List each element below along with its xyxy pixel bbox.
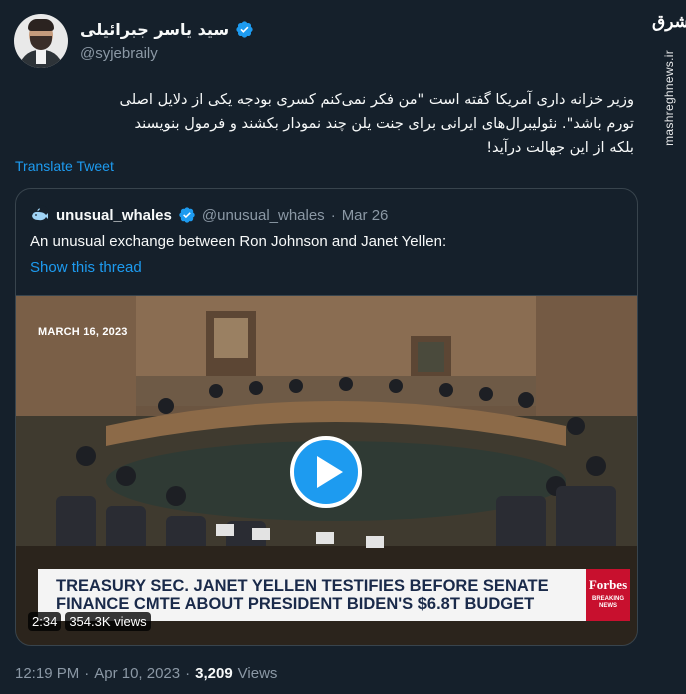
whale-avatar-icon[interactable] (30, 205, 50, 225)
name-row: سید یاسر جبرائیلی (80, 20, 254, 39)
avatar-collar (36, 50, 46, 64)
tweet-header: سید یاسر جبرائیلی @syjebraily (14, 14, 632, 74)
forbes-name: Forbes (588, 577, 628, 592)
chyron-line-2: FINANCE CMTE ABOUT PRESIDENT BIDEN'S $6.… (56, 595, 535, 613)
avatar-hair (28, 19, 54, 31)
forbes-logo: Forbes BREAKING NEWS (586, 569, 630, 621)
tweet-meta: 12:19 PM · Apr 10, 2023 · 3,209 Views (15, 665, 277, 682)
quoted-tweet[interactable]: unusual_whales @unusual_whales · Mar 26 … (15, 188, 638, 646)
quote-text: An unusual exchange between Ron Johnson … (30, 233, 447, 250)
translate-tweet-link[interactable]: Translate Tweet (15, 158, 114, 174)
chyron-line-1: TREASURY SEC. JANET YELLEN TESTIFIES BEF… (56, 577, 549, 595)
verified-badge-icon (236, 21, 253, 38)
play-icon (316, 456, 343, 488)
tweet-time[interactable]: 12:19 PM (15, 665, 79, 682)
tweet-text: وزیر خزانه داری آمریکا گفته است "من فکر … (119, 91, 634, 156)
separator-dot: · (84, 665, 90, 682)
verified-badge-icon (179, 207, 195, 223)
watermark-site: mashreghnews.ir (662, 50, 676, 146)
watermark: مشرق mashreghnews.ir (652, 0, 686, 694)
separator-dot: · (185, 665, 191, 682)
display-name[interactable]: سید یاسر جبرائیلی (80, 20, 229, 39)
video-date-stamp: MARCH 16, 2023 (38, 326, 128, 338)
quote-header: unusual_whales @unusual_whales · Mar 26 (30, 205, 388, 225)
tweet-date[interactable]: Apr 10, 2023 (94, 665, 180, 682)
views-label: Views (237, 665, 278, 682)
author-handle[interactable]: @syjebraily (80, 45, 158, 62)
quote-author-name[interactable]: unusual_whales (56, 207, 172, 224)
tweet-card: سید یاسر جبرائیلی @syjebraily وزیر خزانه… (0, 0, 652, 694)
play-button[interactable] (290, 436, 362, 508)
whale-icon (32, 208, 48, 221)
quote-date[interactable]: Mar 26 (342, 207, 389, 224)
video-player[interactable]: MARCH 16, 2023 TREASURY SEC. JANET YELLE… (16, 295, 637, 645)
show-thread-link[interactable]: Show this thread (30, 259, 142, 276)
avatar[interactable] (14, 14, 68, 68)
quote-author-handle[interactable]: @unusual_whales (202, 207, 325, 224)
avatar-beard (30, 36, 52, 50)
video-stats: 2:34 354.3K views (28, 612, 151, 631)
video-duration: 2:34 (28, 612, 62, 631)
view-count: 3,209 (195, 665, 233, 682)
watermark-logo: مشرق (652, 12, 686, 32)
video-views: 354.3K views (65, 612, 151, 631)
forbes-breaking-news: BREAKING NEWS (591, 596, 624, 609)
separator-dot: · (330, 206, 336, 224)
